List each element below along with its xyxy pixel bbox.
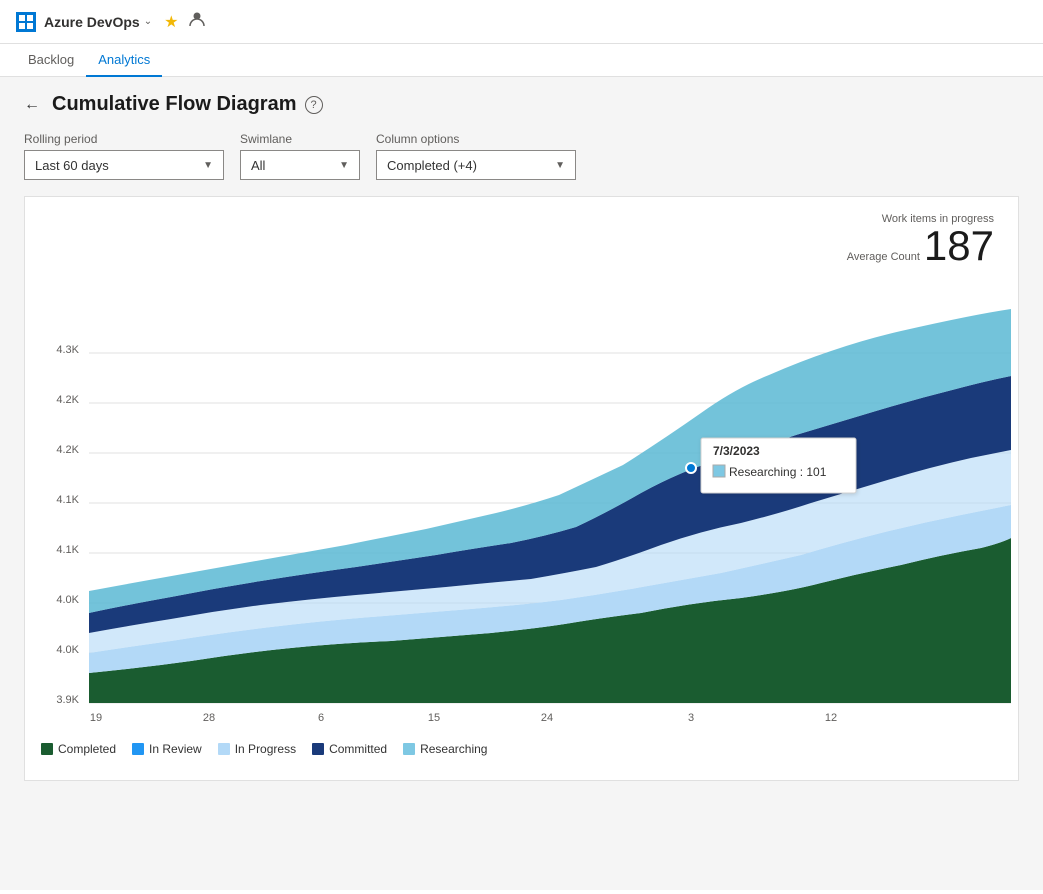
chart-svg: 3.9K 4.0K 4.0K 4.1K 4.1K 4.2K 4.2K 4.3K <box>41 213 1021 723</box>
legend-item-inprogress: In Progress <box>218 742 296 756</box>
legend-label-inreview: In Review <box>149 742 202 756</box>
help-icon[interactable]: ? <box>305 96 323 114</box>
swimlane-value: All <box>251 158 265 173</box>
back-button[interactable]: ← <box>24 96 40 114</box>
svg-text:Researching : 101: Researching : 101 <box>729 465 827 479</box>
rolling-period-select[interactable]: Last 60 days ▼ <box>24 150 224 180</box>
page-title: Cumulative Flow Diagram <box>52 93 297 116</box>
legend-item-researching: Researching <box>403 742 487 756</box>
tab-analytics[interactable]: Analytics <box>86 44 162 77</box>
svg-text:24: 24 <box>541 712 553 723</box>
svg-text:4.0K: 4.0K <box>56 594 79 606</box>
svg-text:6: 6 <box>318 712 324 723</box>
page-header: ← Cumulative Flow Diagram ? <box>24 93 1019 116</box>
swimlane-label: Swimlane <box>240 132 360 146</box>
column-options-select[interactable]: Completed (+4) ▼ <box>376 150 576 180</box>
legend-color-inreview <box>132 743 144 755</box>
svg-text:7/3/2023: 7/3/2023 <box>713 444 760 458</box>
svg-text:4.1K: 4.1K <box>56 494 79 506</box>
svg-text:3.9K: 3.9K <box>56 694 79 706</box>
swimlane-select[interactable]: All ▼ <box>240 150 360 180</box>
column-options-value: Completed (+4) <box>387 158 477 173</box>
svg-text:4.3K: 4.3K <box>56 344 79 356</box>
app-icon <box>16 12 36 32</box>
svg-text:15: 15 <box>428 712 440 723</box>
app-name[interactable]: Azure DevOps <box>44 14 140 30</box>
person-icon[interactable] <box>188 10 206 33</box>
rolling-period-control: Rolling period Last 60 days ▼ <box>24 132 224 180</box>
legend-item-inreview: In Review <box>132 742 202 756</box>
rolling-period-chevron-icon: ▼ <box>203 160 213 171</box>
app-chevron-icon[interactable]: ⌄ <box>144 16 152 27</box>
nav-tabs: Backlog Analytics <box>0 44 1043 77</box>
legend-color-committed <box>312 743 324 755</box>
rolling-period-label: Rolling period <box>24 132 224 146</box>
swimlane-chevron-icon: ▼ <box>339 160 349 171</box>
svg-text:4.0K: 4.0K <box>56 644 79 656</box>
page-content: ← Cumulative Flow Diagram ? Rolling peri… <box>0 77 1043 890</box>
svg-text:4.2K: 4.2K <box>56 444 79 456</box>
favorite-icon[interactable]: ★ <box>164 12 178 32</box>
svg-text:12: 12 <box>825 712 837 723</box>
svg-text:19: 19 <box>90 712 102 723</box>
legend-label-completed: Completed <box>58 742 116 756</box>
column-options-label: Column options <box>376 132 576 146</box>
chart-legend: Completed In Review In Progress Committe… <box>41 734 1002 764</box>
legend-color-inprogress <box>218 743 230 755</box>
legend-label-researching: Researching <box>420 742 487 756</box>
legend-color-researching <box>403 743 415 755</box>
legend-color-completed <box>41 743 53 755</box>
svg-text:3: 3 <box>688 712 694 723</box>
svg-text:4.1K: 4.1K <box>56 544 79 556</box>
top-bar: Azure DevOps ⌄ ★ <box>0 0 1043 44</box>
svg-text:4.2K: 4.2K <box>56 394 79 406</box>
controls-row: Rolling period Last 60 days ▼ Swimlane A… <box>24 132 1019 180</box>
legend-label-committed: Committed <box>329 742 387 756</box>
chart-svg-wrapper[interactable]: 3.9K 4.0K 4.0K 4.1K 4.1K 4.2K 4.2K 4.3K <box>41 213 1002 726</box>
column-options-chevron-icon: ▼ <box>555 160 565 171</box>
column-options-control: Column options Completed (+4) ▼ <box>376 132 576 180</box>
legend-label-inprogress: In Progress <box>235 742 296 756</box>
rolling-period-value: Last 60 days <box>35 158 109 173</box>
legend-item-committed: Committed <box>312 742 387 756</box>
legend-item-completed: Completed <box>41 742 116 756</box>
swimlane-control: Swimlane All ▼ <box>240 132 360 180</box>
chart-container: Work items in progress Average Count 187… <box>24 196 1019 781</box>
svg-text:28: 28 <box>203 712 215 723</box>
tab-backlog[interactable]: Backlog <box>16 44 86 77</box>
